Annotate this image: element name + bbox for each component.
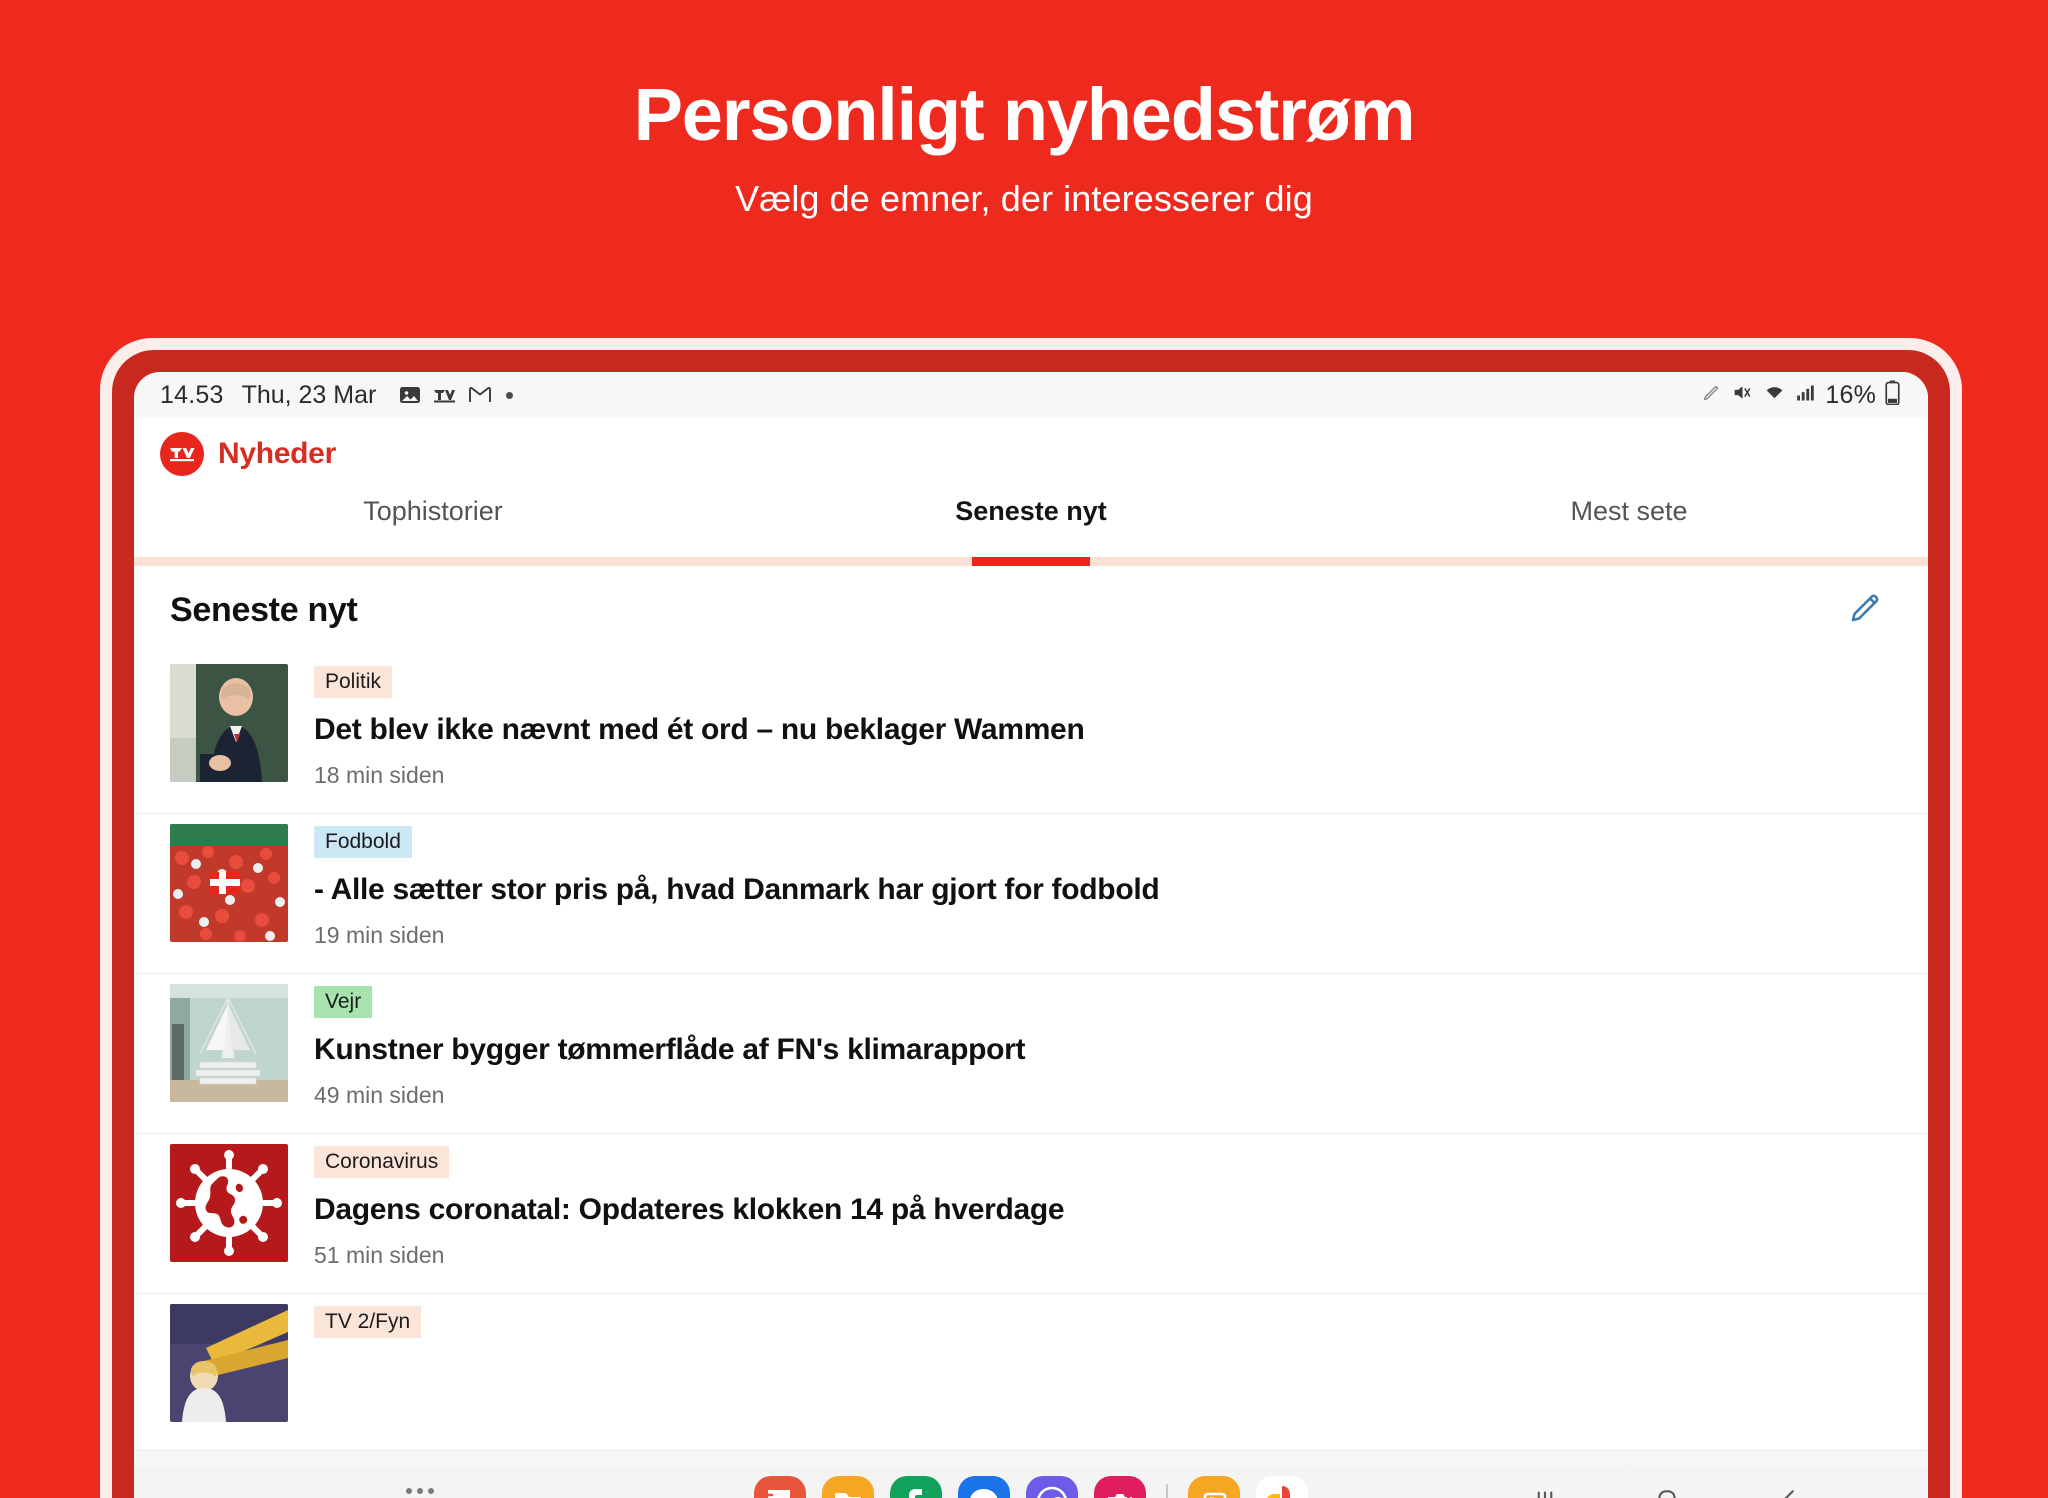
gmail-icon [468, 385, 492, 405]
android-taskbar [134, 1466, 1928, 1498]
battery-icon [1885, 380, 1900, 410]
article-row[interactable]: Vejr Kunstner bygger tømmerflåde af FN's… [134, 974, 1928, 1134]
samsung-notes-icon[interactable] [754, 1476, 806, 1498]
article-thumbnail [170, 1304, 288, 1422]
pencil-icon [1848, 591, 1882, 630]
page-title: Seneste nyt [170, 590, 358, 629]
promo-banner: Personligt nyhedstrøm Vælg de emner, der… [0, 0, 2048, 340]
brand-name: Nyheder [218, 437, 336, 470]
article-row[interactable]: TV 2/Fyn [134, 1294, 1928, 1450]
article-timestamp: 51 min siden [314, 1242, 445, 1268]
messages-icon[interactable] [958, 1476, 1010, 1498]
tv2-logo-icon [160, 432, 204, 476]
wifi-icon [1763, 382, 1786, 408]
phone-icon[interactable] [890, 1476, 942, 1498]
article-headline[interactable]: Det blev ikke nævnt med ét ord – nu bekl… [314, 713, 1085, 747]
brand-logo-group[interactable]: Nyheder [160, 432, 336, 476]
my-files-icon[interactable] [822, 1476, 874, 1498]
article-timestamp: 19 min siden [314, 922, 445, 948]
device-screen: 14.53 Thu, 23 Mar 16% Nyheder Tophistori… [134, 372, 1928, 1498]
google-photos-icon[interactable] [1256, 1476, 1308, 1498]
category-chip[interactable]: Politik [314, 666, 393, 698]
category-chip[interactable]: Vejr [314, 986, 373, 1018]
notification-dot [506, 391, 514, 399]
battery-percent: 16% [1825, 380, 1876, 409]
article-row[interactable]: Coronavirus Dagens coronatal: Opdateres … [134, 1134, 1928, 1294]
home-button[interactable] [1652, 1485, 1682, 1498]
tab-active-indicator [972, 557, 1090, 566]
section-header: Seneste nyt [134, 566, 1928, 654]
recents-button[interactable] [1530, 1485, 1560, 1498]
status-date: Thu, 23 Mar [241, 380, 377, 409]
promo-title: Personligt nyhedstrøm [633, 73, 1416, 156]
status-time: 14.53 [160, 380, 224, 409]
article-row[interactable]: Politik Det blev ikke nævnt med ét ord –… [134, 654, 1928, 814]
pen-icon [1701, 382, 1722, 408]
article-thumbnail [170, 664, 288, 782]
smart-view-icon[interactable] [1188, 1476, 1240, 1498]
article-timestamp: 49 min siden [314, 1082, 445, 1108]
article-thumbnail [170, 824, 288, 942]
tab-mest-sete[interactable]: Mest sete [1330, 490, 1928, 566]
device-bezel: 14.53 Thu, 23 Mar 16% Nyheder Tophistori… [112, 350, 1950, 1498]
taskbar-divider [1166, 1484, 1168, 1498]
promo-subtitle: Vælg de emner, der interesserer dig [735, 178, 1313, 219]
edit-feed-button[interactable] [1844, 589, 1886, 631]
mute-icon [1731, 382, 1754, 408]
article-row[interactable]: Fodbold - Alle sætter stor pris på, hvad… [134, 814, 1928, 974]
article-headline[interactable]: Kunstner bygger tømmerflåde af FN's klim… [314, 1033, 1026, 1067]
article-thumbnail [170, 1144, 288, 1262]
status-bar: 14.53 Thu, 23 Mar 16% [134, 372, 1928, 418]
apps-grid-icon[interactable] [406, 1488, 434, 1498]
samsung-internet-icon[interactable] [1026, 1476, 1078, 1498]
image-icon [398, 383, 422, 407]
article-timestamp: 18 min siden [314, 762, 445, 788]
tab-seneste-nyt[interactable]: Seneste nyt [732, 490, 1330, 566]
device-frame: 14.53 Thu, 23 Mar 16% Nyheder Tophistori… [100, 338, 1962, 1498]
back-button[interactable] [1774, 1485, 1804, 1498]
category-chip[interactable]: TV 2/Fyn [314, 1306, 422, 1338]
tab-bar: Tophistorier Seneste nyt Mest sete [134, 490, 1928, 566]
article-headline[interactable]: - Alle sætter stor pris på, hvad Danmark… [314, 873, 1160, 907]
tv2-icon [432, 385, 458, 405]
category-chip[interactable]: Fodbold [314, 826, 412, 858]
tab-tophistorier[interactable]: Tophistorier [134, 490, 732, 566]
article-thumbnail [170, 984, 288, 1102]
category-chip[interactable]: Coronavirus [314, 1146, 450, 1178]
article-headline[interactable]: Dagens coronatal: Opdateres klokken 14 p… [314, 1193, 1065, 1227]
signal-icon [1795, 383, 1816, 408]
camera-icon[interactable] [1094, 1476, 1146, 1498]
app-bar: Nyheder [134, 418, 1928, 490]
article-feed[interactable]: Politik Det blev ikke nævnt med ét ord –… [134, 654, 1928, 1450]
